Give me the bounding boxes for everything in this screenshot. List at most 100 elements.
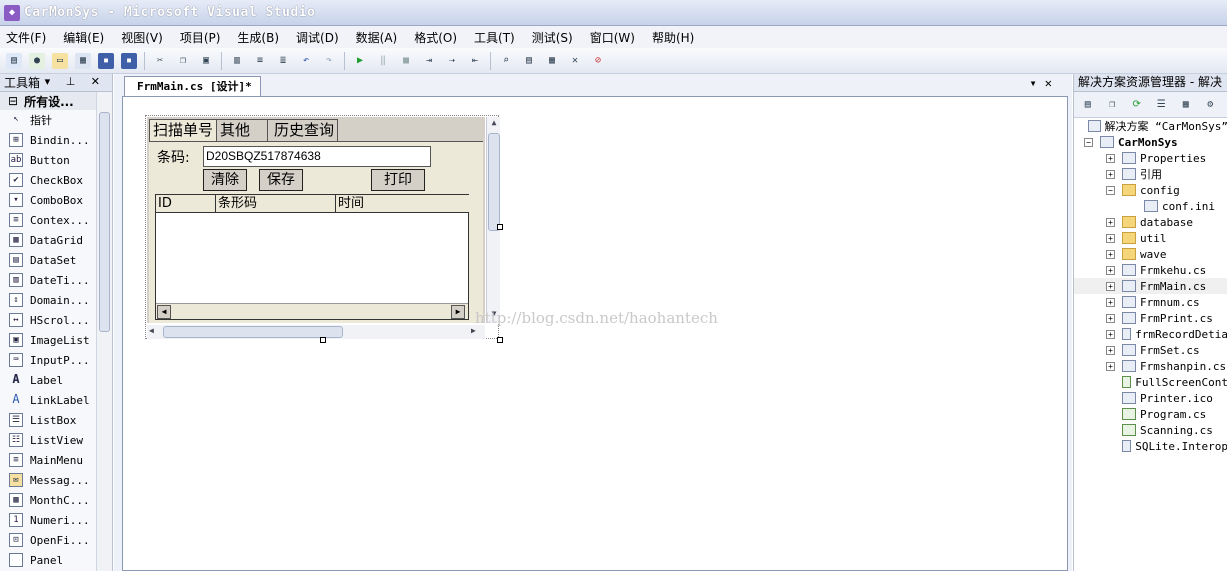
grid-header-id[interactable]: ID [156, 195, 216, 213]
tree-node[interactable]: + FrmPrint.cs [1074, 310, 1227, 326]
tab-scan-number[interactable]: 扫描单号 [149, 119, 218, 141]
print-button[interactable]: 打印 [371, 169, 425, 191]
expand-icon[interactable]: + [1106, 297, 1115, 307]
options-icon[interactable]: ⊘ [590, 53, 606, 69]
scroll-left-icon[interactable]: ◀ [149, 326, 161, 338]
form-vertical-scrollbar[interactable]: ▲ ▼ [486, 117, 500, 323]
scroll-left-icon[interactable]: ◀ [157, 305, 171, 319]
open-file-icon[interactable]: ▭ [52, 52, 68, 69]
grid-header-barcode[interactable]: 条形码 [216, 195, 336, 213]
toolbox-item-pointer[interactable]: ↖ 指针 [0, 110, 96, 130]
scroll-right-icon[interactable]: ▶ [451, 305, 465, 319]
print-icon[interactable]: ▥ [229, 53, 245, 69]
expand-icon[interactable]: + [1106, 361, 1115, 371]
tree-node[interactable]: conf.ini [1074, 198, 1227, 214]
tree-node[interactable]: + FrmMain.cs [1074, 278, 1227, 294]
expand-icon[interactable]: + [1106, 169, 1115, 179]
undo-icon[interactable]: ↶ [298, 53, 314, 69]
toolbox-item-datagrid[interactable]: ▦ DataGrid [0, 230, 96, 250]
toolbox-icon[interactable]: ✕ [567, 53, 583, 69]
menu-view[interactable]: 视图(V) [121, 29, 163, 46]
toolbox-item-bindingnavigator[interactable]: ⊞ Bindin... [0, 130, 96, 150]
scrollbar-thumb[interactable] [488, 133, 500, 231]
stop-icon[interactable]: ■ [398, 53, 414, 69]
panel-controls[interactable]: ▾ ⊥ ✕ [45, 75, 106, 88]
step-over-icon[interactable]: ⇢ [444, 53, 460, 69]
comment-icon[interactable]: ≡ [252, 53, 268, 69]
menu-debug[interactable]: 调试(D) [296, 29, 339, 46]
expand-icon[interactable]: + [1106, 313, 1115, 323]
object-browser-icon[interactable]: ▦ [544, 53, 560, 69]
menu-window[interactable]: 窗口(W) [590, 29, 635, 46]
menu-data[interactable]: 数据(A) [356, 29, 398, 46]
tab-other[interactable]: 其他 [216, 119, 269, 141]
barcode-input[interactable]: D20SBQZ517874638 [203, 146, 431, 167]
save-all-icon[interactable]: ▪ [121, 52, 137, 69]
scroll-up-icon[interactable]: ▲ [488, 118, 500, 130]
expand-icon[interactable]: + [1106, 249, 1115, 259]
tree-node[interactable]: + util [1074, 230, 1227, 246]
tree-node[interactable]: + 引用 [1074, 166, 1227, 182]
expand-icon[interactable]: + [1106, 345, 1115, 355]
menu-project[interactable]: 项目(P) [180, 29, 221, 46]
tree-node[interactable]: + Properties [1074, 150, 1227, 166]
refresh-icon[interactable]: ⟳ [1129, 97, 1145, 113]
resize-handle[interactable] [497, 337, 503, 343]
save-icon[interactable]: ▪ [98, 52, 114, 69]
scrollbar-thumb[interactable] [99, 112, 110, 332]
toolbox-item-button[interactable]: ab Button [0, 150, 96, 170]
paste-icon[interactable]: ▣ [198, 53, 214, 69]
menu-test[interactable]: 测试(S) [532, 29, 573, 46]
expand-icon[interactable]: + [1106, 265, 1115, 275]
show-all-files-icon[interactable]: ❐ [1105, 97, 1121, 113]
tree-node[interactable]: FullScreenCont [1074, 374, 1227, 390]
toolbox-item-listbox[interactable]: ☰ ListBox [0, 410, 96, 430]
tree-node[interactable]: + Frmnum.cs [1074, 294, 1227, 310]
redo-icon[interactable]: ↷ [321, 53, 337, 69]
collapse-icon[interactable]: − [1084, 137, 1093, 147]
tree-node[interactable]: + frmRecordDetia [1074, 326, 1227, 342]
form-design-surface[interactable]: 扫描单号 其他 历史查询 条码: D20SBQZ517874638 清除 保存 … [145, 115, 503, 343]
toolbox-item-hscrollbar[interactable]: ↔ HScrol... [0, 310, 96, 330]
toolbox-item-inputpanel[interactable]: ⌨ InputP... [0, 350, 96, 370]
tree-node[interactable]: − config [1074, 182, 1227, 198]
collapse-icon[interactable]: − [1106, 185, 1115, 195]
form-horizontal-scrollbar[interactable]: ◀ ▶ [147, 325, 485, 339]
tree-node[interactable]: Program.cs [1074, 406, 1227, 422]
class-diagram-icon[interactable]: ⚙ [1203, 97, 1219, 113]
view-code-icon[interactable]: ☰ [1154, 97, 1170, 113]
expand-icon[interactable]: + [1106, 217, 1115, 227]
tree-node[interactable]: 解决方案 “CarMonSys” [1074, 118, 1227, 134]
menu-file[interactable]: 文件(F) [6, 29, 46, 46]
view-designer-icon[interactable]: ▦ [1178, 97, 1194, 113]
resize-handle[interactable] [497, 224, 503, 230]
scroll-right-icon[interactable]: ▶ [471, 326, 483, 338]
tab-history-query[interactable]: 历史查询 [267, 119, 339, 141]
add-new-item-icon[interactable]: ▦ [75, 52, 91, 69]
step-out-icon[interactable]: ⇤ [467, 53, 483, 69]
toolbox-item-combobox[interactable]: ▾ ComboBox [0, 190, 96, 210]
start-debugging-icon[interactable]: ▶ [352, 53, 368, 69]
tree-node[interactable]: + Frmkehu.cs [1074, 262, 1227, 278]
collapse-icon[interactable]: ⊟ [8, 94, 18, 108]
tree-node[interactable]: + wave [1074, 246, 1227, 262]
expand-icon[interactable]: + [1106, 281, 1115, 291]
clear-button[interactable]: 清除 [203, 169, 247, 191]
toolbox-item-checkbox[interactable]: ✔ CheckBox [0, 170, 96, 190]
toolbox-item-monthcalendar[interactable]: ▦ MonthC... [0, 490, 96, 510]
toolbox-item-contextmenu[interactable]: ≡ Contex... [0, 210, 96, 230]
designer-canvas[interactable]: 扫描单号 其他 历史查询 条码: D20SBQZ517874638 清除 保存 … [122, 96, 1068, 571]
menu-help[interactable]: 帮助(H) [652, 29, 694, 46]
toolbox-item-mainmenu[interactable]: ≡ MainMenu [0, 450, 96, 470]
toolbox-item-listview[interactable]: ☷ ListView [0, 430, 96, 450]
tree-node[interactable]: Scanning.cs [1074, 422, 1227, 438]
tree-node[interactable]: − CarMonSys [1074, 134, 1227, 150]
properties-icon[interactable]: ▤ [1080, 97, 1096, 113]
toolbox-item-datetimepicker[interactable]: ▥ DateTi... [0, 270, 96, 290]
step-into-icon[interactable]: ⇥ [421, 53, 437, 69]
tree-node[interactable]: SQLite.Interop [1074, 438, 1227, 454]
grid-header-time[interactable]: 时间 [336, 195, 469, 213]
grid-horizontal-scrollbar[interactable]: ◀ ▶ [156, 303, 468, 319]
history-grid[interactable]: ID 条形码 时间 ◀ ▶ [155, 194, 469, 320]
menu-build[interactable]: 生成(B) [237, 29, 279, 46]
